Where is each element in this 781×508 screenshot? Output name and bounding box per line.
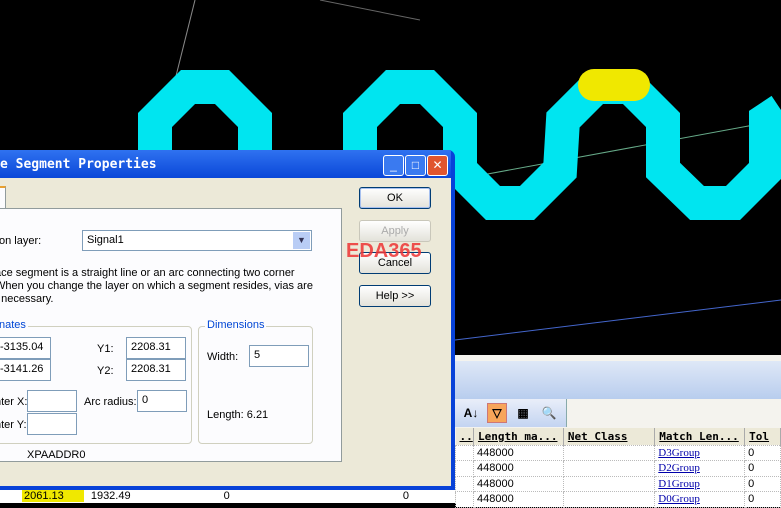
net-table: .. Length ma... Net Class Match Len... T… bbox=[455, 428, 781, 508]
filter-icon[interactable]: ▽ bbox=[487, 403, 507, 423]
table-row[interactable]: 448000 D0Group 0 bbox=[455, 491, 781, 508]
length-readout: Length: 6.21 bbox=[207, 409, 269, 421]
ratsnest-line bbox=[319, 0, 421, 21]
trace-segment-properties-dialog: e Segment Properties _ □ ✕ on layer: Sig… bbox=[0, 150, 455, 490]
col-header-net-class[interactable]: Net Class bbox=[563, 428, 656, 445]
chevron-down-icon[interactable]: ▼ bbox=[293, 232, 310, 249]
arc-radius-field[interactable]: 0 bbox=[137, 390, 187, 412]
width-field[interactable]: 5 bbox=[249, 345, 309, 367]
match-group-link[interactable]: D3Group bbox=[658, 447, 700, 459]
watermark: EDA365 bbox=[346, 240, 422, 262]
col-header-tolerance[interactable]: Tol bbox=[744, 428, 781, 445]
sort-az-icon[interactable]: A↓ bbox=[461, 403, 481, 423]
match-group-link[interactable]: D1Group bbox=[658, 478, 700, 490]
col-header[interactable]: .. bbox=[455, 428, 474, 445]
y2-field[interactable]: 2208.31 bbox=[126, 359, 186, 381]
close-button[interactable]: ✕ bbox=[427, 155, 448, 176]
apply-button[interactable]: Apply bbox=[359, 220, 431, 242]
tab-general[interactable] bbox=[0, 186, 6, 209]
ratsnest-line bbox=[454, 299, 781, 341]
maximize-button[interactable]: □ bbox=[405, 155, 426, 176]
net-name: XPAADDR0 bbox=[27, 449, 86, 461]
minimize-button[interactable]: _ bbox=[383, 155, 404, 176]
panel-toolbar: A↓ ▽ ▦ 🔍 bbox=[455, 399, 567, 427]
behind-row: 2061.13 1932.49 0 0 bbox=[0, 490, 455, 503]
center-x-field[interactable] bbox=[27, 390, 77, 412]
dimensions-group: Dimensions bbox=[198, 319, 313, 444]
col-header-match-length[interactable]: Match Len... bbox=[654, 428, 746, 445]
match-group-link[interactable]: D2Group bbox=[658, 462, 700, 474]
help-button[interactable]: Help >> bbox=[359, 285, 431, 307]
x1-field[interactable]: -3135.04 bbox=[0, 337, 51, 359]
table-row[interactable]: 448000 D2Group 0 bbox=[455, 460, 781, 477]
description: ace segment is a straight line or an arc… bbox=[0, 267, 313, 305]
table-row[interactable]: 448000 D1Group 0 bbox=[455, 475, 781, 492]
ok-button[interactable]: OK bbox=[359, 187, 431, 209]
layer-select[interactable]: Signal1 ▼ bbox=[82, 230, 312, 251]
table-row[interactable]: 448000 D3Group 0 bbox=[455, 444, 781, 461]
y1-field[interactable]: 2208.31 bbox=[126, 337, 186, 359]
col-header-length[interactable]: Length ma... bbox=[473, 428, 564, 445]
ratsnest-line bbox=[454, 119, 781, 181]
x2-field[interactable]: -3141.26 bbox=[0, 359, 51, 381]
center-y-field[interactable] bbox=[27, 413, 77, 435]
selected-segment[interactable] bbox=[578, 69, 650, 101]
tab-page: on layer: Signal1 ▼ ace segment is a stra… bbox=[0, 208, 342, 462]
net-table-panel: A↓ ▽ ▦ 🔍 .. Length ma... Net Class Match… bbox=[455, 355, 781, 508]
match-group-link[interactable]: D0Group bbox=[658, 493, 700, 505]
binoculars-icon[interactable]: 🔍 bbox=[539, 403, 559, 423]
filter-table-icon[interactable]: ▦ bbox=[513, 403, 533, 423]
